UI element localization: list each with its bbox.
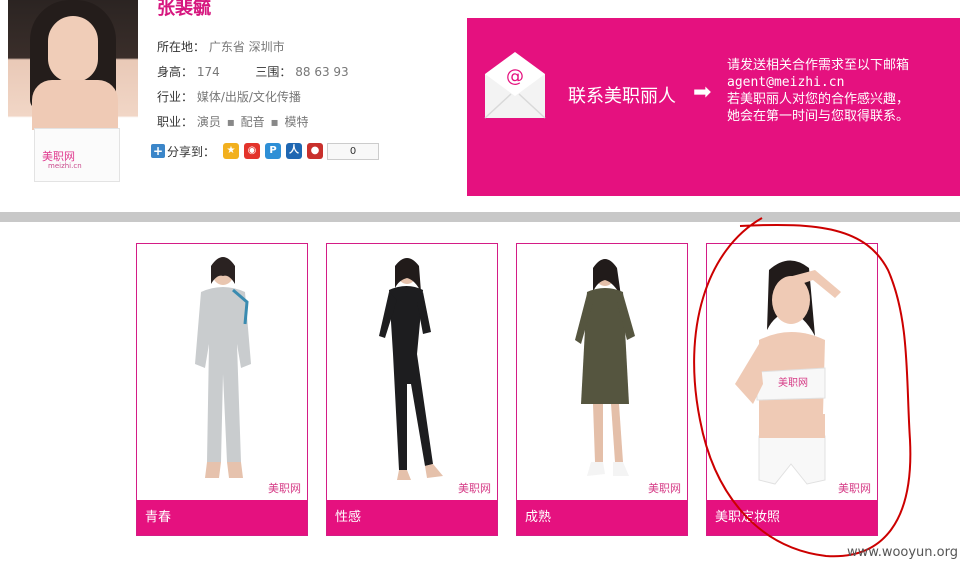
gallery-card-sexy[interactable]: 美职网 性感 <box>326 243 498 536</box>
photo-watermark: 美职网 <box>458 482 491 495</box>
industry-label: 行业： <box>157 90 194 104</box>
share-count: 0 <box>327 142 380 160</box>
banner-line: 她会在第一时间与您取得联系。 <box>727 109 910 124</box>
svg-text:@: @ <box>506 66 524 87</box>
gallery-caption[interactable]: 性感 <box>327 500 497 535</box>
industry-value: 媒体/出版/文化传播 <box>196 90 301 104</box>
height-value: 174 <box>196 65 220 79</box>
top-logo: 美职网 <box>778 376 808 389</box>
job-label: 职业： <box>157 115 194 129</box>
location-label: 所在地： <box>157 40 206 54</box>
job-separator: ▪ <box>270 115 279 129</box>
profile-photo[interactable]: 美职网 meizhi.cn <box>8 0 138 193</box>
banner-email[interactable]: agent@meizhi.cn <box>727 74 909 91</box>
mail-envelope-icon: @ <box>484 52 546 119</box>
gallery-caption[interactable]: 成熟 <box>517 500 687 535</box>
gallery-card-youth[interactable]: 美职网 青春 <box>136 243 308 536</box>
avatar-logo-subtext: meizhi.cn <box>48 162 82 170</box>
industry-row: 行业： 媒体/出版/文化传播 <box>157 88 301 105</box>
location-row: 所在地： 广东省 深圳市 <box>157 38 285 55</box>
renren-icon[interactable]: 人 <box>286 143 303 159</box>
photo-watermark: 美职网 <box>268 482 301 495</box>
measurements-value: 88 63 93 <box>295 65 349 79</box>
contact-banner[interactable]: @ 联系美职丽人 ➡ 请发送相关合作需求至以下邮箱 agent@meizhi.c… <box>467 18 960 196</box>
banner-title: 联系美职丽人 <box>568 86 676 107</box>
arrow-right-icon: ➡ <box>693 80 712 105</box>
banner-line: 若美职丽人对您的合作感兴趣， <box>727 92 910 107</box>
section-divider <box>0 212 960 222</box>
gallery-photo[interactable]: 美职网 <box>517 244 687 500</box>
banner-contact-text: 请发送相关合作需求至以下邮箱 agent@meizhi.cn 若美职丽人对您的合… <box>727 57 909 125</box>
share-label[interactable]: 分享到： <box>167 143 215 160</box>
job-item: 配音 <box>240 115 265 129</box>
gallery-photo[interactable]: 美职网 <box>137 244 307 500</box>
photo-watermark: 美职网 <box>838 482 871 495</box>
gallery-card-mature[interactable]: 美职网 成熟 <box>516 243 688 536</box>
location-value: 广东省 深圳市 <box>208 40 285 54</box>
height-measurements-row: 身高： 174 三围： 88 63 93 <box>157 63 349 80</box>
gallery-caption[interactable]: 美职定妆照 <box>707 500 877 535</box>
measurements-label: 三围： <box>255 65 292 79</box>
gallery-photo[interactable]: 美职网 <box>327 244 497 500</box>
job-separator: ▪ <box>226 115 235 129</box>
pengyou-icon[interactable]: P <box>265 143 282 159</box>
weibo-icon[interactable]: ◉ <box>244 143 261 159</box>
height-label: 身高： <box>157 65 194 79</box>
qzone-icon[interactable]: ★ <box>223 143 240 159</box>
photo-watermark: 美职网 <box>648 482 681 495</box>
share-bar: + 分享到： ★ ◉ P 人 ● 0 <box>151 142 380 160</box>
job-item: 演员 <box>196 115 221 129</box>
gallery-caption[interactable]: 青春 <box>137 500 307 535</box>
profile-name[interactable]: 张裴毓 <box>157 0 211 20</box>
gallery-card-headshot[interactable]: 美职网 美职网 美职定妆照 <box>706 243 878 536</box>
job-item: 模特 <box>284 115 309 129</box>
site-watermark: www.wooyun.org <box>846 545 958 560</box>
banner-line: 请发送相关合作需求至以下邮箱 <box>727 58 910 73</box>
gallery-photo[interactable]: 美职网 美职网 <box>707 244 877 500</box>
job-row: 职业： 演员 ▪ 配音 ▪ 模特 <box>157 113 308 130</box>
plus-icon[interactable]: + <box>151 144 165 158</box>
tencent-weibo-icon[interactable]: ● <box>307 143 324 159</box>
